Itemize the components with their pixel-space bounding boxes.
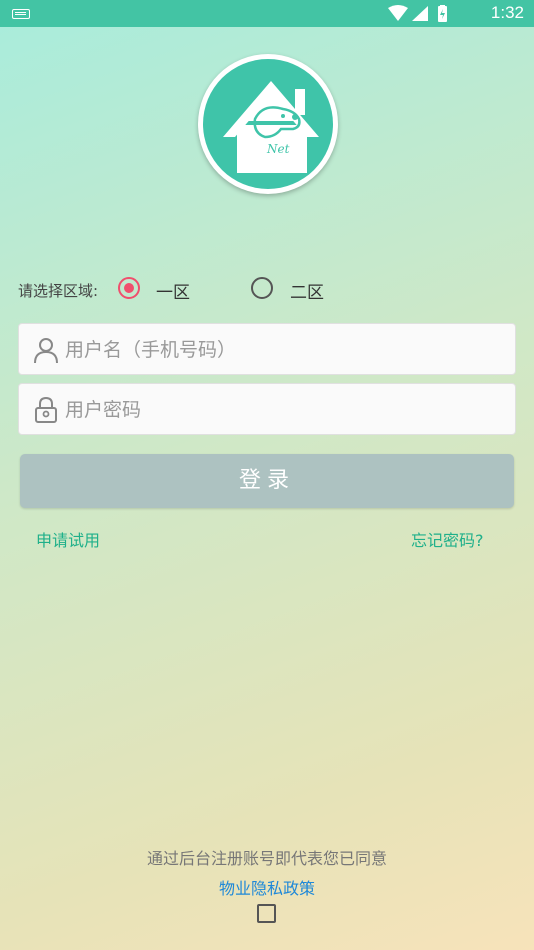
user-icon [34, 338, 58, 364]
apply-trial-link[interactable]: 申请试用 [36, 527, 100, 551]
radio-area-2[interactable] [251, 277, 273, 299]
keyboard-icon [12, 9, 30, 19]
username-input[interactable] [63, 332, 507, 368]
status-bar: 1:32 [0, 0, 534, 27]
username-field[interactable] [18, 323, 516, 375]
lock-icon [35, 396, 57, 423]
radio-area-1-label[interactable]: 一区 [156, 278, 190, 303]
area-label: 请选择区域: [18, 282, 99, 300]
clock: 1:32 [490, 3, 524, 22]
agreement-text: 通过后台注册账号即代表您已同意 [146, 849, 387, 868]
status-icons [388, 5, 447, 22]
forgot-password-link[interactable]: 忘记密码? [411, 527, 484, 551]
house-dog-icon: Net [223, 81, 319, 173]
wifi-icon [388, 5, 408, 21]
agree-checkbox[interactable] [257, 904, 276, 923]
radio-area-1[interactable] [118, 277, 140, 299]
password-input[interactable] [63, 392, 507, 428]
app-logo: Net [198, 54, 338, 194]
radio-area-2-label[interactable]: 二区 [290, 278, 324, 303]
signal-icon [412, 6, 428, 21]
password-field[interactable] [18, 383, 516, 435]
login-button[interactable]: 登录 [20, 454, 514, 508]
logo-text: Net [266, 142, 290, 156]
privacy-policy-link[interactable]: 物业隐私政策 [0, 875, 534, 899]
area-selector: 请选择区域: 一区 二区 [18, 276, 518, 303]
